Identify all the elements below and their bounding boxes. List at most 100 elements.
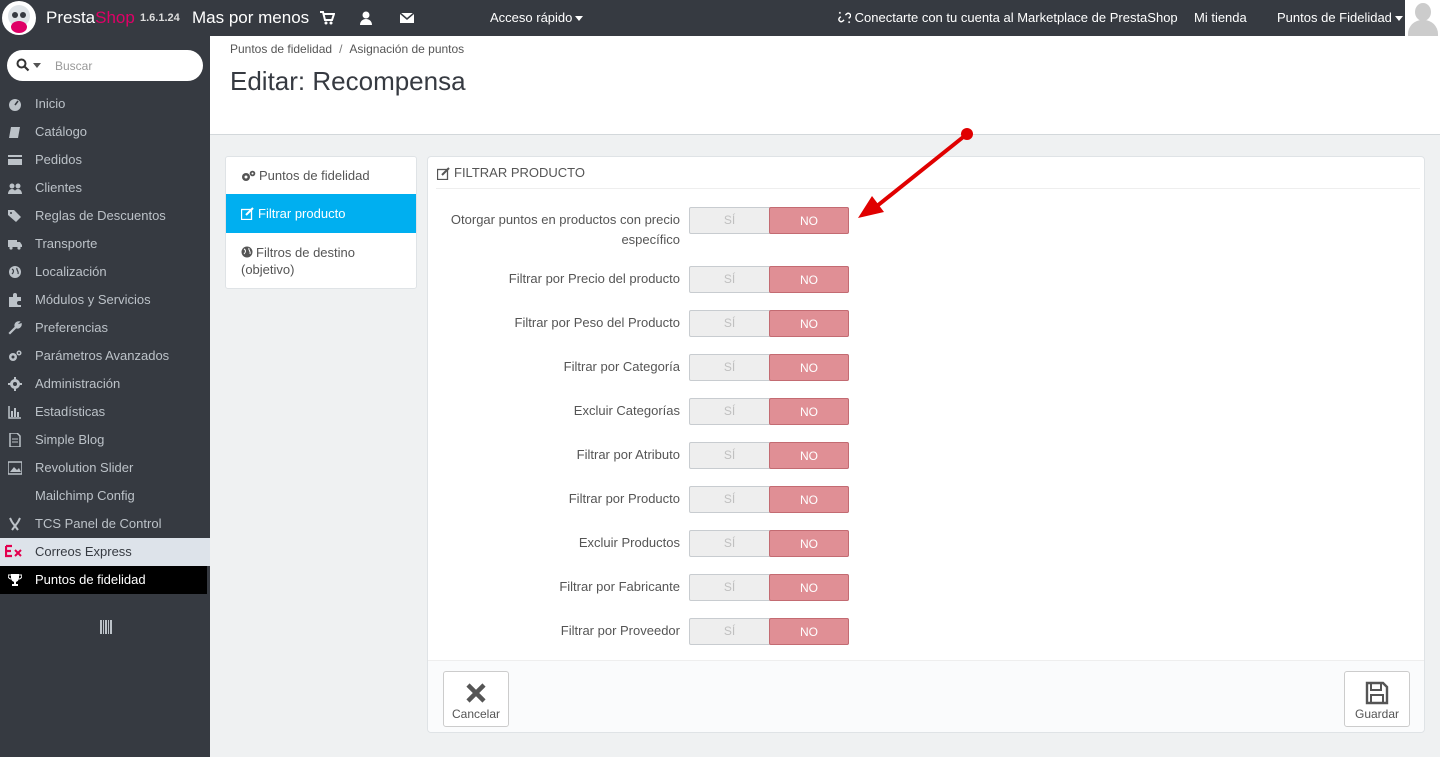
sidebar-item-administracion[interactable]: Administración <box>0 370 210 398</box>
sidebar-item-tcs-panel[interactable]: TCS Panel de Control <box>0 510 210 538</box>
search-input[interactable] <box>55 57 195 75</box>
tab-puntos-fidelidad[interactable]: Puntos de fidelidad <box>226 157 416 194</box>
toggle-yes-option[interactable]: SÍ <box>690 575 769 600</box>
globe-icon <box>9 266 21 278</box>
sidebar-item-inicio[interactable]: Inicio <box>0 90 210 118</box>
toggle-no-option[interactable]: NO <box>769 207 849 234</box>
envelope-icon[interactable] <box>399 10 415 26</box>
field-label: Filtrar por Fabricante <box>559 579 680 594</box>
toggle-no-option[interactable]: NO <box>769 398 849 425</box>
chevron-down-icon <box>575 16 584 22</box>
sidebar-item-catalogo[interactable]: Catálogo <box>0 118 210 146</box>
breadcrumb-item[interactable]: Asignación de puntos <box>349 42 464 56</box>
save-button[interactable]: Guardar <box>1344 671 1410 727</box>
field-label: Filtrar por Atributo <box>576 447 680 462</box>
cogs-icon <box>9 350 22 361</box>
panel-footer: Cancelar Guardar <box>428 660 1424 732</box>
toggle-no-option[interactable]: NO <box>769 354 849 381</box>
breadcrumb: Puntos de fidelidad / Asignación de puntos <box>230 42 464 56</box>
sidebar-item-clientes[interactable]: Clientes <box>0 174 210 202</box>
my-store-link[interactable]: Mi tienda <box>1194 10 1247 25</box>
toggle-yes-option[interactable]: SÍ <box>690 267 769 292</box>
sidebar-item-revolution-slider[interactable]: Revolution Slider <box>0 454 210 482</box>
field-label: Filtrar por Precio del producto <box>508 271 680 286</box>
collapse-sidebar-icon[interactable] <box>100 620 112 634</box>
close-icon <box>466 683 486 703</box>
field-label: Filtrar por Producto <box>568 491 680 506</box>
toggle-yes-option[interactable]: SÍ <box>690 311 769 336</box>
shop-name[interactable]: Mas por menos <box>192 8 309 28</box>
toggle-filtrar-producto[interactable]: SÍ NO <box>689 486 849 513</box>
toggle-filtrar-peso[interactable]: SÍ NO <box>689 310 849 337</box>
puzzle-icon <box>9 293 21 307</box>
sidebar-menu: Inicio Catálogo Pedidos Clientes Reglas … <box>0 90 210 594</box>
toggle-yes-option[interactable]: SÍ <box>690 399 769 424</box>
tab-filtrar-producto[interactable]: Filtrar producto <box>226 194 416 233</box>
toggle-yes-option[interactable]: SÍ <box>690 355 769 380</box>
user-icon[interactable] <box>358 10 374 26</box>
edit-icon <box>241 207 254 220</box>
sidebar-item-pedidos[interactable]: Pedidos <box>0 146 210 174</box>
breadcrumb-item[interactable]: Puntos de fidelidad <box>230 42 332 56</box>
sidebar-item-puntos-fidelidad[interactable]: Puntos de fidelidad <box>0 566 207 594</box>
tab-filtros-destino[interactable]: Filtros de destino (objetivo) <box>226 233 416 289</box>
brand-name: PrestaShop <box>46 8 135 27</box>
toggle-filtrar-fabricante[interactable]: SÍ NO <box>689 574 849 601</box>
quick-access-menu[interactable]: Acceso rápido <box>490 10 584 25</box>
annotation-arrow-icon <box>858 128 973 218</box>
sidebar-item-estadisticas[interactable]: Estadísticas <box>0 398 210 426</box>
dashboard-icon <box>9 99 21 111</box>
toggle-no-option[interactable]: NO <box>769 574 849 601</box>
toggle-no-option[interactable]: NO <box>769 618 849 645</box>
page-title: Editar: Recompensa <box>230 66 466 96</box>
sidebar-item-preferencias[interactable]: Preferencias <box>0 314 210 342</box>
sidebar-item-modulos[interactable]: Módulos y Servicios <box>0 286 210 314</box>
toggle-filtrar-precio[interactable]: SÍ NO <box>689 266 849 293</box>
sidebar-item-localizacion[interactable]: Localización <box>0 258 210 286</box>
toggle-filtrar-atributo[interactable]: SÍ NO <box>689 442 849 469</box>
toggle-yes-option[interactable]: SÍ <box>690 487 769 512</box>
page-header: Puntos de fidelidad / Asignación de puntos… <box>210 36 1440 135</box>
cancel-button[interactable]: Cancelar <box>443 671 509 727</box>
toggle-precio-especifico[interactable]: SÍ NO <box>689 207 849 234</box>
sidebar-item-reglas-descuentos[interactable]: Reglas de Descuentos <box>0 202 210 230</box>
cart-icon[interactable] <box>319 10 335 26</box>
cogs-icon <box>242 170 256 181</box>
marketplace-link[interactable]: Conectarte con tu cuenta al Marketplace … <box>838 10 1178 25</box>
toggle-yes-option[interactable]: SÍ <box>690 443 769 468</box>
field-label: Filtrar por Categoría <box>563 359 680 374</box>
tools-icon <box>9 517 21 531</box>
field-label: Filtrar por Proveedor <box>560 623 680 638</box>
avatar[interactable] <box>1405 0 1440 36</box>
toggle-excluir-productos[interactable]: SÍ NO <box>689 530 849 557</box>
sidebar-item-parametros-avanzados[interactable]: Parámetros Avanzados <box>0 342 210 370</box>
prestashop-logo-icon[interactable] <box>2 1 36 35</box>
sidebar-item-transporte[interactable]: Transporte <box>0 230 210 258</box>
toggle-filtrar-proveedor[interactable]: SÍ NO <box>689 618 849 645</box>
toggle-no-option[interactable]: NO <box>769 530 849 557</box>
toggle-yes-option[interactable]: SÍ <box>690 531 769 556</box>
chevron-down-icon[interactable] <box>33 63 41 68</box>
toggle-yes-option[interactable]: SÍ <box>690 208 769 233</box>
toggle-excluir-categorias[interactable]: SÍ NO <box>689 398 849 425</box>
sidebar-item-simple-blog[interactable]: Simple Blog <box>0 426 210 454</box>
sidebar-item-correos-express[interactable]: Correos Express <box>0 538 210 566</box>
sidebar: Inicio Catálogo Pedidos Clientes Reglas … <box>0 36 210 757</box>
sidebar-item-mailchimp-config[interactable]: Mailchimp Config <box>0 482 210 510</box>
cog-icon <box>8 377 22 391</box>
toggle-no-option[interactable]: NO <box>769 266 849 293</box>
form-tabs: Puntos de fidelidad Filtrar producto Fil… <box>225 156 417 289</box>
correos-express-logo-icon <box>5 544 22 558</box>
field-label: Excluir Categorías <box>573 403 680 418</box>
loyalty-points-menu[interactable]: Puntos de Fidelidad <box>1277 10 1403 25</box>
toggle-no-option[interactable]: NO <box>769 486 849 513</box>
search-icon[interactable] <box>16 58 30 72</box>
book-icon <box>9 127 20 138</box>
version-label: 1.6.1.24 <box>140 12 180 24</box>
toggle-no-option[interactable]: NO <box>769 310 849 337</box>
filter-product-panel: Filtrar producto Otorgar puntos en produ… <box>427 156 1425 733</box>
toggle-yes-option[interactable]: SÍ <box>690 619 769 644</box>
truck-icon <box>8 240 22 250</box>
toggle-filtrar-categoria[interactable]: SÍ NO <box>689 354 849 381</box>
toggle-no-option[interactable]: NO <box>769 442 849 469</box>
